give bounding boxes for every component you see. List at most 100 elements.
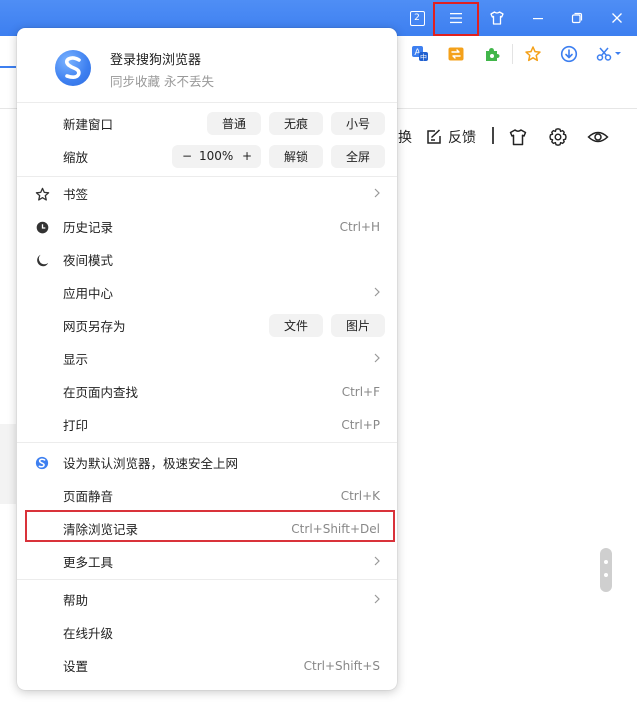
skin-button[interactable] (477, 0, 517, 36)
clock-icon (34, 219, 50, 235)
menu-item-more-tools[interactable]: 更多工具 (17, 545, 397, 578)
tab-count-button[interactable]: 2 (397, 0, 437, 36)
settings-shortcut: Ctrl+Shift+S (303, 658, 380, 673)
zoom-unlock-button[interactable]: 解锁 (269, 145, 323, 168)
feedback-icon (427, 129, 441, 144)
download-button[interactable] (558, 43, 580, 65)
mute-shortcut: Ctrl+K (340, 488, 380, 503)
zoom-value: 100% (199, 149, 234, 163)
settings-label: 设置 (63, 659, 89, 674)
convert-button[interactable] (445, 43, 467, 65)
minimize-button[interactable] (518, 0, 558, 36)
save-as-label: 网页另存为 (63, 319, 126, 334)
menu-row-new-window: 新建窗口 普通 无痕 小号 (17, 107, 397, 140)
scissors-icon (596, 47, 621, 61)
page-scroll-handle[interactable] (600, 548, 612, 592)
login-header[interactable]: 登录搜狗浏览器 同步收藏 永不丢失 (17, 28, 397, 102)
night-mode-label: 夜间模式 (63, 253, 114, 268)
help-label: 帮助 (63, 593, 89, 608)
app-center-label: 应用中心 (63, 286, 114, 301)
history-label: 历史记录 (63, 220, 114, 235)
tab-count-badge: 2 (409, 10, 425, 26)
menu-item-upgrade[interactable]: 在线升级 (17, 616, 397, 649)
page-icon-row: 换 (398, 124, 412, 150)
sogou-logo-icon (64, 56, 81, 79)
menu-button-highlight (433, 2, 479, 36)
gear-icon (549, 128, 567, 146)
svg-text:中: 中 (420, 53, 427, 62)
moon-icon (34, 252, 50, 268)
menu-item-night-mode[interactable]: 夜间模式 (17, 243, 397, 276)
chevron-right-icon (374, 287, 380, 297)
menu-item-mute[interactable]: 页面静音 Ctrl+K (17, 479, 397, 512)
menu-item-app-center[interactable]: 应用中心 (17, 276, 397, 309)
menu-item-help[interactable]: 帮助 (17, 583, 397, 616)
zoom-control: − 100% + (172, 145, 261, 168)
scroll-dot-bottom (604, 573, 608, 577)
menu-item-default-browser[interactable]: 设为默认浏览器，极速安全上网 (17, 446, 397, 479)
restore-button[interactable] (557, 0, 597, 36)
display-label: 显示 (63, 352, 89, 367)
fullscreen-button[interactable]: 全屏 (331, 145, 385, 168)
new-window-normal-button[interactable]: 普通 (207, 112, 261, 135)
toolbar-divider (512, 44, 513, 64)
tshirt-icon (509, 129, 527, 146)
sogou-logo (55, 50, 91, 86)
print-shortcut: Ctrl+P (341, 417, 380, 432)
feedback-button[interactable]: 反馈 (425, 124, 476, 150)
save-as-image-button[interactable]: 图片 (331, 314, 385, 337)
chevron-right-icon (374, 594, 380, 604)
zoom-in-button[interactable]: + (242, 149, 252, 163)
scroll-dot-top (604, 560, 608, 564)
bookmarks-label: 书签 (63, 187, 89, 202)
menu-item-bookmarks[interactable]: 书签 (17, 177, 397, 210)
address-bar-accent (0, 66, 16, 68)
translate-button[interactable]: A 中 (409, 43, 431, 65)
puzzle-icon (486, 48, 500, 61)
zoom-label: 缩放 (63, 150, 89, 165)
zoom-out-button[interactable]: − (182, 149, 192, 163)
new-window-label: 新建窗口 (63, 117, 114, 132)
menu-item-find[interactable]: 在页面内查找 Ctrl+F (17, 375, 397, 408)
new-window-incognito-button[interactable]: 无痕 (269, 112, 323, 135)
mute-label: 页面静音 (63, 489, 114, 504)
tshirt-icon (490, 11, 504, 25)
upgrade-label: 在线升级 (63, 626, 114, 641)
download-icon (560, 45, 578, 63)
close-button[interactable] (597, 0, 637, 36)
save-as-file-button[interactable]: 文件 (269, 314, 323, 337)
menu-item-print[interactable]: 打印 Ctrl+P (17, 408, 397, 441)
menu-item-settings[interactable]: 设置 Ctrl+Shift+S (17, 649, 397, 682)
history-shortcut: Ctrl+H (339, 219, 380, 234)
default-browser-label: 设为默认浏览器，极速安全上网 (63, 456, 239, 471)
eye-icon (587, 131, 609, 143)
feedback-label: 反馈 (448, 130, 476, 146)
close-icon (612, 13, 622, 23)
sogou-logo-icon (34, 455, 50, 471)
extensions-button[interactable] (481, 43, 503, 65)
menu-separator (17, 102, 397, 103)
main-menu-dropdown: 登录搜狗浏览器 同步收藏 永不丢失 新建窗口 普通 无痕 小号 缩放 − 100… (17, 28, 397, 690)
menu-separator (17, 442, 397, 443)
favorites-button[interactable] (522, 43, 544, 65)
page-eye-button[interactable] (587, 124, 609, 150)
new-window-alt-account-button[interactable]: 小号 (331, 112, 385, 135)
menu-separator (17, 579, 397, 580)
page-settings-button[interactable] (548, 124, 568, 150)
star-icon (34, 186, 50, 202)
star-icon (525, 46, 541, 62)
clear-history-highlight (25, 510, 395, 542)
menu-item-history[interactable]: 历史记录 Ctrl+H (17, 210, 397, 243)
restore-icon (571, 12, 583, 24)
login-title[interactable]: 登录搜狗浏览器 (110, 49, 201, 68)
page-skin-button[interactable] (508, 124, 528, 150)
partial-label: 换 (398, 130, 412, 146)
find-shortcut: Ctrl+F (341, 384, 380, 399)
page-icon-divider (492, 127, 494, 144)
screenshot-button[interactable] (594, 43, 624, 65)
translate-icon: A 中 (412, 46, 428, 62)
convert-icon (448, 47, 464, 61)
menu-item-display[interactable]: 显示 (17, 342, 397, 375)
minimize-icon (533, 18, 543, 20)
chevron-right-icon (374, 353, 380, 363)
